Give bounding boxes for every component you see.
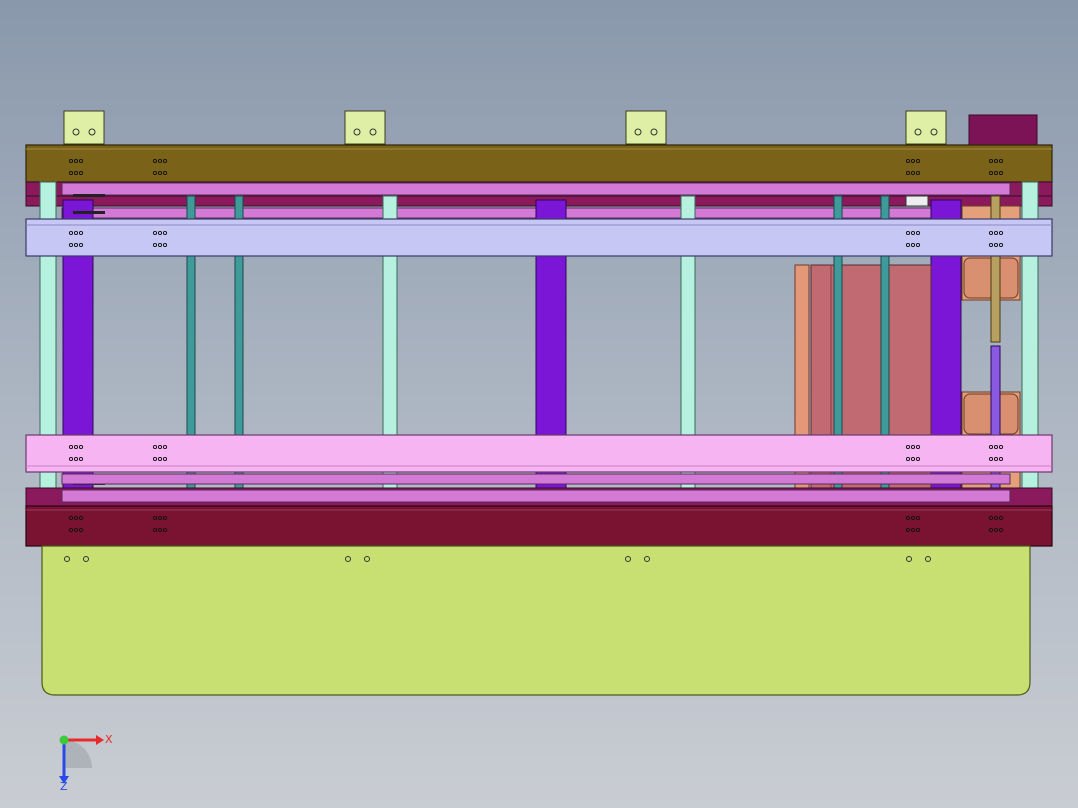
lower-thin-pink-plate [61, 473, 1011, 485]
axis-triad: X Z [48, 728, 118, 793]
upper-pink-plate [61, 182, 1011, 196]
lifting-lugs [63, 110, 947, 145]
z-axis-label: Z [60, 780, 68, 792]
cad-viewport[interactable]: X Z [0, 0, 1078, 808]
die-shoe [41, 545, 1031, 696]
magenta-block [968, 114, 1038, 148]
die-assembly-front-view[interactable] [0, 0, 1078, 808]
lower-pink-plate [61, 489, 1011, 503]
bottom-plate [25, 505, 1053, 547]
x-axis-label: X [105, 733, 113, 746]
top-plate [25, 144, 1053, 183]
